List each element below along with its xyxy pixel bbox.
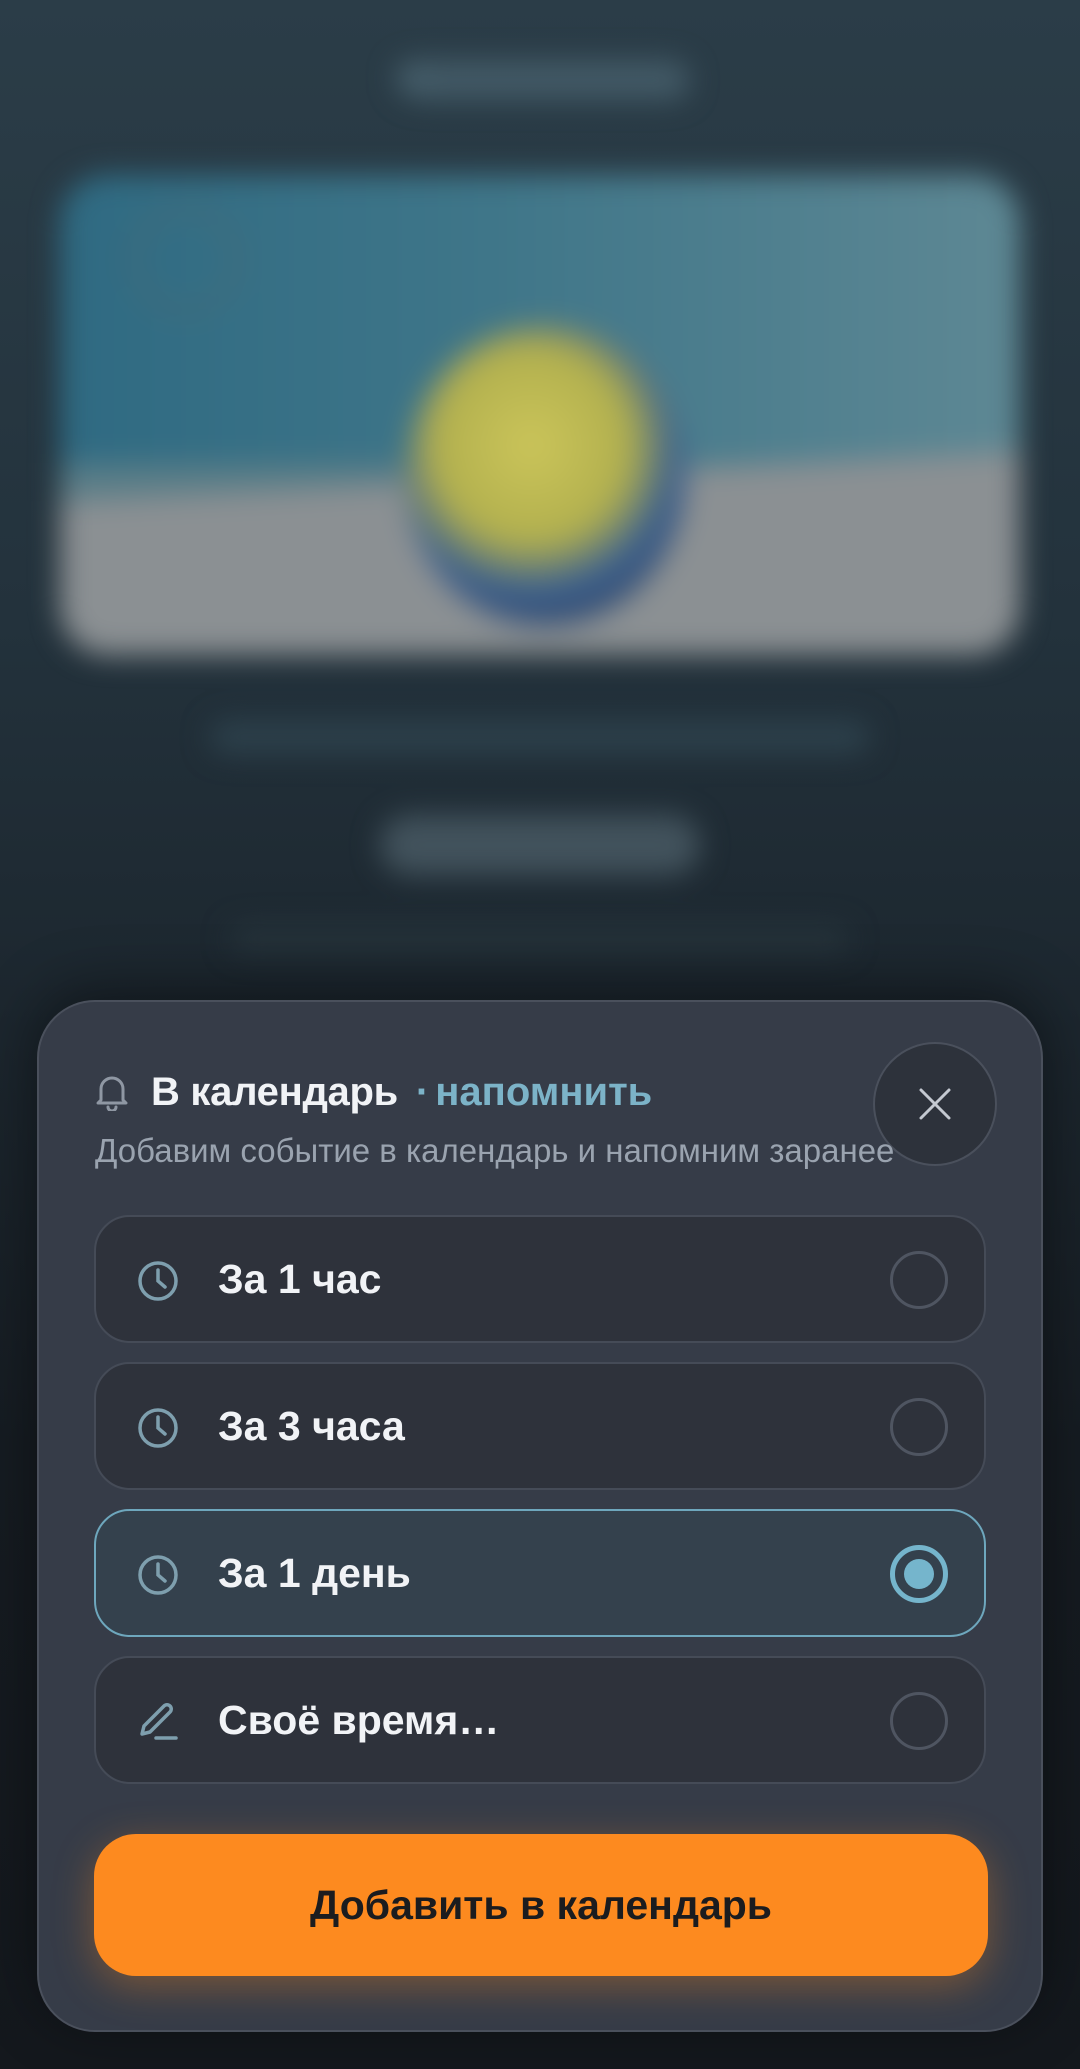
bell-icon bbox=[95, 1073, 129, 1111]
radio-button[interactable] bbox=[890, 1251, 948, 1309]
radio-dot bbox=[904, 1559, 934, 1589]
radio-button-selected[interactable] bbox=[890, 1545, 948, 1603]
bg-event-image bbox=[60, 175, 1020, 655]
bg-event-meta bbox=[210, 720, 870, 754]
sheet-header: В календарь · напомнить bbox=[95, 1062, 652, 1122]
sheet-description: Добавим событие в календарь и напомним з… bbox=[95, 1132, 895, 1169]
close-icon bbox=[918, 1087, 952, 1121]
reminder-options: За 1 час За 3 часа За 1 день Своё время… bbox=[94, 1215, 986, 1803]
sheet-title: В календарь bbox=[151, 1069, 398, 1114]
option-label: Своё время… bbox=[218, 1696, 500, 1743]
calendar-reminder-sheet: В календарь · напомнить Добавим событие … bbox=[37, 1000, 1043, 2032]
option-label: За 1 день bbox=[218, 1549, 411, 1596]
option-label: За 1 час bbox=[218, 1255, 382, 1302]
radio-button[interactable] bbox=[890, 1398, 948, 1456]
sheet-subtitle: напомнить bbox=[435, 1069, 653, 1114]
option-label: За 3 часа bbox=[218, 1402, 405, 1449]
option-1-hour[interactable]: За 1 час bbox=[94, 1215, 986, 1343]
option-3-hours[interactable]: За 3 часа bbox=[94, 1362, 986, 1490]
clock-icon bbox=[136, 1259, 180, 1303]
clock-icon bbox=[136, 1406, 180, 1450]
add-to-calendar-label: Добавить в календарь bbox=[309, 1881, 773, 1928]
add-to-calendar-button[interactable]: Добавить в календарь bbox=[94, 1834, 988, 1976]
clock-icon bbox=[136, 1553, 180, 1597]
bg-header-title bbox=[400, 60, 690, 100]
option-1-day[interactable]: За 1 день bbox=[94, 1509, 986, 1637]
pencil-icon bbox=[136, 1700, 180, 1744]
radio-button[interactable] bbox=[890, 1692, 948, 1750]
title-separator: · bbox=[415, 1069, 430, 1114]
bg-event-details bbox=[230, 925, 850, 953]
bg-event-title bbox=[380, 815, 700, 875]
option-custom-time[interactable]: Своё время… bbox=[94, 1656, 986, 1784]
